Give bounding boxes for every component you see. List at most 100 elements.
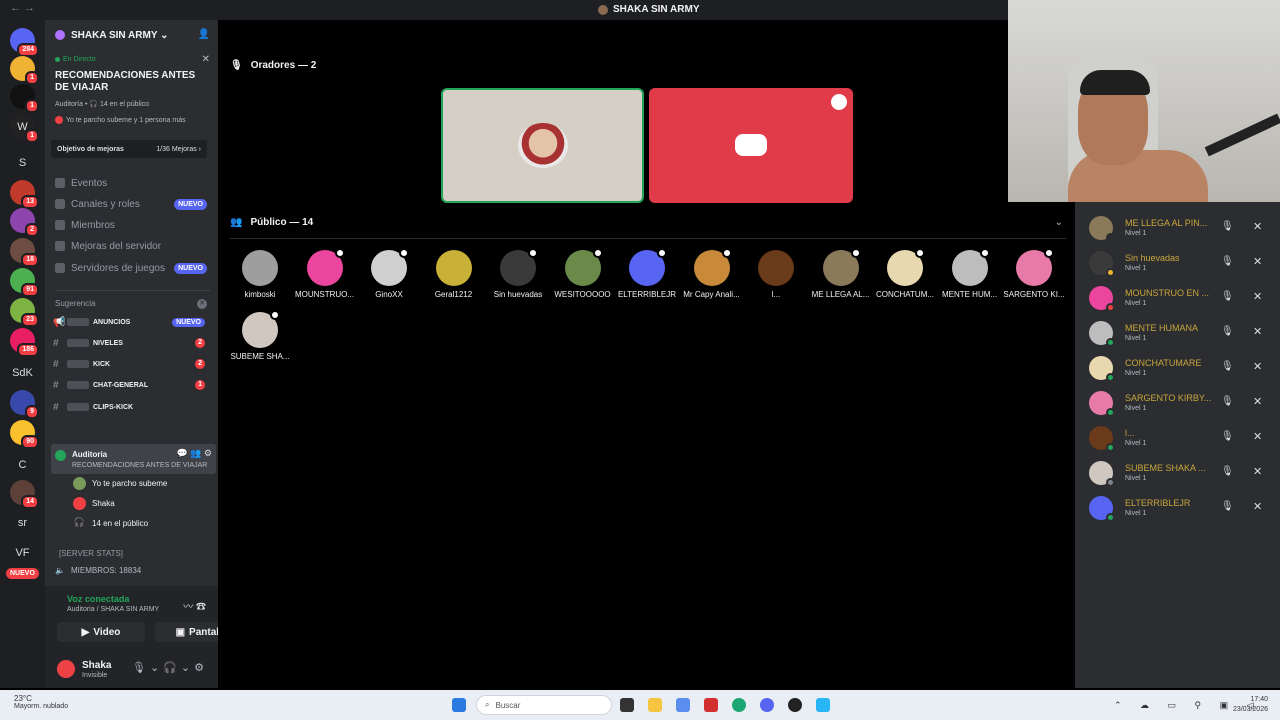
audience-member[interactable]: l...: [744, 250, 808, 299]
member-row[interactable]: SARGENTO KIRBY... Nivel 1 🎙 ✕: [1089, 389, 1274, 419]
audience-member[interactable]: Mr Capy Anali...: [680, 248, 744, 299]
chevron-down-icon[interactable]: ⌄: [1055, 217, 1063, 228]
user-controls[interactable]: 🎙⌄🎧⌄⚙: [132, 661, 208, 674]
weather-widget[interactable]: 23°C Mayorm. nublado: [14, 694, 68, 710]
server-icon[interactable]: VF: [10, 540, 35, 565]
member-row[interactable]: ELTERRIBLEJR Nivel 1 🎙 ✕: [1089, 494, 1274, 524]
server-icon[interactable]: 23: [10, 298, 39, 327]
stage-channel-auditoria[interactable]: Auditoria RECOMENDACIONES ANTES DE VIAJA…: [51, 444, 216, 474]
stats-members[interactable]: 🔈 MIEMBROS: 18834: [55, 566, 141, 575]
audience-member[interactable]: ME LLEGA AL...: [809, 248, 873, 299]
wps-icon[interactable]: [704, 698, 718, 712]
server-icon[interactable]: 13: [10, 180, 39, 209]
file-explorer-icon[interactable]: [648, 698, 662, 712]
channel-item[interactable]: 📢 ANUNCIOS NUEVO: [53, 314, 213, 330]
server-icon[interactable]: sr: [10, 510, 35, 535]
member-row[interactable]: MENTE HUMANA Nivel 1 🎙 ✕: [1089, 319, 1274, 349]
close-icon[interactable]: ✕: [1253, 360, 1262, 373]
server-icon[interactable]: S: [10, 150, 35, 175]
windows-start-icon[interactable]: [452, 698, 466, 712]
invite-to-speak-icon[interactable]: 🎙: [1221, 396, 1234, 407]
guild-header[interactable]: SHAKA SIN ARMY ⌄ 👤: [45, 20, 218, 50]
member-row[interactable]: SUBEME SHAKA ... Nivel 1 🎙 ✕: [1089, 459, 1274, 489]
member-row[interactable]: ME LLEGA AL PIN... Nivel 1 🎙 ✕: [1089, 214, 1274, 244]
sidebar-menu-item[interactable]: Servidores de juegos NUEVO: [55, 259, 215, 277]
invite-icon[interactable]: 👤: [198, 29, 210, 40]
close-icon[interactable]: ✕: [1253, 500, 1262, 513]
server-icon[interactable]: 14: [10, 480, 39, 509]
voice-status[interactable]: Voz conectada: [53, 594, 129, 604]
member-row[interactable]: Sin huevadas Nivel 1 🎙 ✕: [1089, 249, 1274, 279]
stage-channel-actions[interactable]: 💬 👥 ⚙: [177, 448, 212, 459]
server-icon[interactable]: W1: [10, 114, 39, 143]
invite-to-speak-icon[interactable]: 🎙: [1221, 326, 1234, 337]
close-icon[interactable]: ✕: [1253, 325, 1262, 338]
audience-member[interactable]: ELTERRIBLEJR: [615, 248, 679, 299]
close-icon[interactable]: ✕: [1253, 290, 1262, 303]
task-view-icon[interactable]: [620, 698, 634, 712]
member-row[interactable]: l... Nivel 1 🎙 ✕: [1089, 424, 1274, 454]
server-icon[interactable]: 18: [10, 238, 39, 267]
invite-to-speak-icon[interactable]: 🎙: [1221, 221, 1234, 232]
server-icon[interactable]: 2: [10, 208, 39, 237]
boost-goal-bar[interactable]: Objetivo de mejoras 1/36 Mejoras ›: [51, 140, 207, 158]
server-icon[interactable]: SdK: [10, 360, 35, 385]
audience-member[interactable]: Sin huevadas: [486, 248, 550, 299]
channel-item[interactable]: # NIVELES 2: [53, 335, 213, 351]
speaker-tile[interactable]: [649, 88, 853, 203]
member-row[interactable]: CONCHATUMARE Nivel 1 🎙 ✕: [1089, 354, 1274, 384]
audience-member[interactable]: SARGENTO KI...: [1002, 248, 1066, 299]
video-button[interactable]: ▶ Video: [57, 622, 145, 642]
stage-member[interactable]: Yo te parcho subeme: [73, 474, 167, 492]
server-icon[interactable]: 9: [10, 390, 39, 419]
sidebar-menu-item[interactable]: Miembros: [55, 216, 215, 234]
stage-member[interactable]: 🎧 14 en el público: [73, 514, 148, 532]
discord-taskbar-icon[interactable]: [760, 698, 774, 712]
audience-member[interactable]: CONCHATUM...: [873, 248, 937, 299]
member-row[interactable]: MOUNSTRUO EN ... Nivel 1 🎙 ✕: [1089, 284, 1274, 314]
user-avatar[interactable]: [57, 660, 75, 678]
close-icon[interactable]: ✕: [1253, 465, 1262, 478]
server-icon[interactable]: 186: [10, 328, 39, 357]
invite-to-speak-icon[interactable]: 🎙: [1221, 361, 1234, 372]
channel-item[interactable]: # KICK 2: [53, 356, 213, 372]
server-icon[interactable]: 284: [10, 28, 39, 57]
server-icon[interactable]: 1: [10, 56, 39, 85]
close-icon[interactable]: ✕: [1253, 220, 1262, 233]
close-icon[interactable]: ✕: [1253, 255, 1262, 268]
server-icon[interactable]: C: [10, 452, 35, 477]
sidebar-menu-item[interactable]: Eventos: [55, 174, 215, 192]
audience-member[interactable]: GinoXX: [357, 248, 421, 299]
channel-item[interactable]: # CHAT-GENERAL 1: [53, 377, 213, 393]
speaker-tile[interactable]: [441, 88, 644, 203]
dismiss-icon[interactable]: ✕: [197, 299, 207, 309]
voice-location[interactable]: Auditoria / SHAKA SIN ARMY: [67, 606, 159, 613]
obs-icon[interactable]: [788, 698, 802, 712]
audience-member[interactable]: kimboski: [228, 250, 292, 299]
invite-to-speak-icon[interactable]: 🎙: [1221, 431, 1234, 442]
invite-to-speak-icon[interactable]: 🎙: [1221, 501, 1234, 512]
invite-to-speak-icon[interactable]: 🎙: [1221, 256, 1234, 267]
server-icon[interactable]: 90: [10, 420, 39, 449]
close-icon[interactable]: ✕: [1253, 395, 1262, 408]
sidebar-menu-item[interactable]: Mejoras del servidor: [55, 237, 215, 255]
invite-to-speak-icon[interactable]: 🎙: [1221, 466, 1234, 477]
notepad-icon[interactable]: [816, 698, 830, 712]
edge-icon[interactable]: [732, 698, 746, 712]
audience-member[interactable]: SUBEME SHA...: [228, 310, 292, 361]
rail-nuevo-badge[interactable]: NUEVO: [6, 568, 39, 579]
audience-member[interactable]: Geral1212: [422, 250, 486, 299]
nav-arrows[interactable]: ← →: [10, 2, 35, 14]
close-icon[interactable]: ✕: [1253, 430, 1262, 443]
stage-member[interactable]: Shaka: [73, 494, 115, 512]
clock[interactable]: 17:40 23/03/2026: [1233, 695, 1268, 715]
taskbar-search[interactable]: ⌕ Buscar: [476, 695, 612, 715]
sidebar-menu-item[interactable]: Canales y roles NUEVO: [55, 195, 215, 213]
server-icon[interactable]: 1: [10, 84, 39, 113]
channel-item[interactable]: # CLIPS-KICK: [53, 399, 213, 415]
voice-controls[interactable]: 〰 ☎: [183, 598, 206, 613]
close-icon[interactable]: ✕: [202, 54, 210, 65]
invite-to-speak-icon[interactable]: 🎙: [1221, 291, 1234, 302]
audience-member[interactable]: WESITOOOOO: [551, 248, 615, 299]
audience-member[interactable]: MENTE HUM...: [938, 248, 1002, 299]
